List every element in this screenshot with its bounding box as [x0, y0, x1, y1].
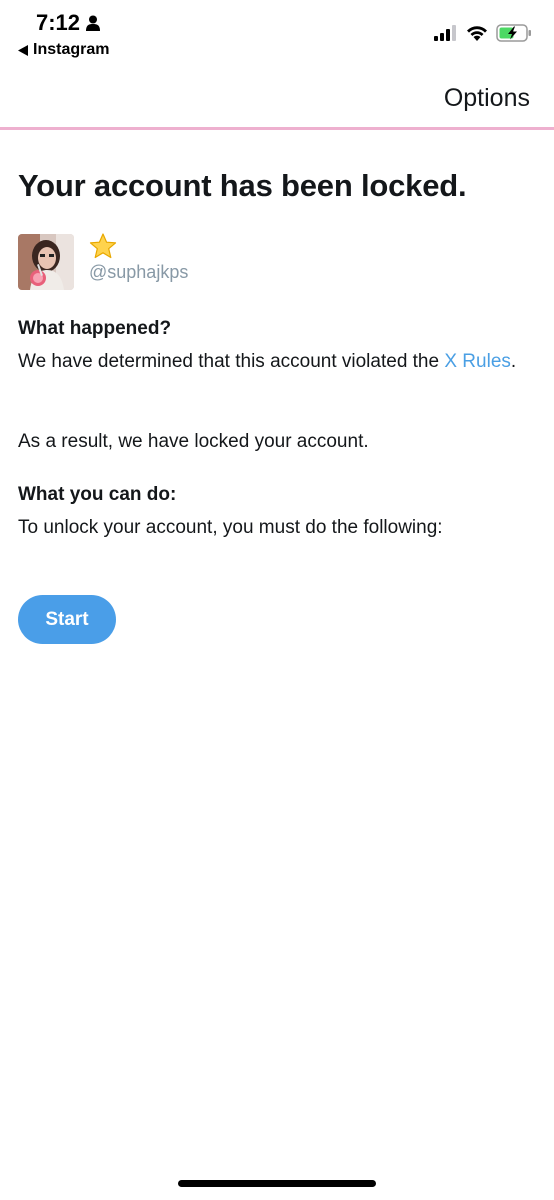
back-app-label: Instagram — [33, 41, 110, 58]
screen: 7:12 Instagram Options Your account has … — [0, 0, 554, 1200]
back-to-app-button[interactable]: Instagram — [18, 41, 109, 59]
what-happened-period: . — [510, 351, 517, 372]
avatar[interactable] — [18, 234, 74, 290]
page-title: Your account has been locked. — [18, 168, 467, 203]
battery-charging-icon — [496, 24, 531, 42]
avatar-image — [18, 234, 74, 290]
star-badge-icon — [89, 233, 117, 259]
x-rules-link[interactable]: X Rules — [444, 351, 511, 372]
what-happened-heading: What happened? — [18, 318, 172, 339]
wifi-icon — [467, 26, 487, 41]
home-indicator[interactable] — [178, 1180, 376, 1187]
what-you-can-do-text: To unlock your account, you must do the … — [18, 517, 443, 538]
signal-icon — [434, 25, 456, 41]
options-button[interactable]: Options — [444, 84, 530, 113]
person-icon — [86, 15, 101, 31]
what-you-can-do-heading: What you can do: — [18, 484, 177, 505]
what-happened-body: We have determined that this account vio… — [18, 351, 445, 372]
user-handle: @suphajkps — [89, 262, 189, 282]
what-happened-text: We have determined that this account vio… — [18, 349, 528, 375]
result-text: As a result, we have locked your account… — [18, 431, 369, 452]
status-time: 7:12 — [36, 10, 101, 36]
time-label: 7:12 — [36, 10, 81, 35]
start-button[interactable]: Start — [18, 595, 116, 644]
status-indicators — [434, 24, 532, 42]
nav-divider — [0, 127, 554, 130]
back-triangle-icon — [18, 44, 28, 56]
